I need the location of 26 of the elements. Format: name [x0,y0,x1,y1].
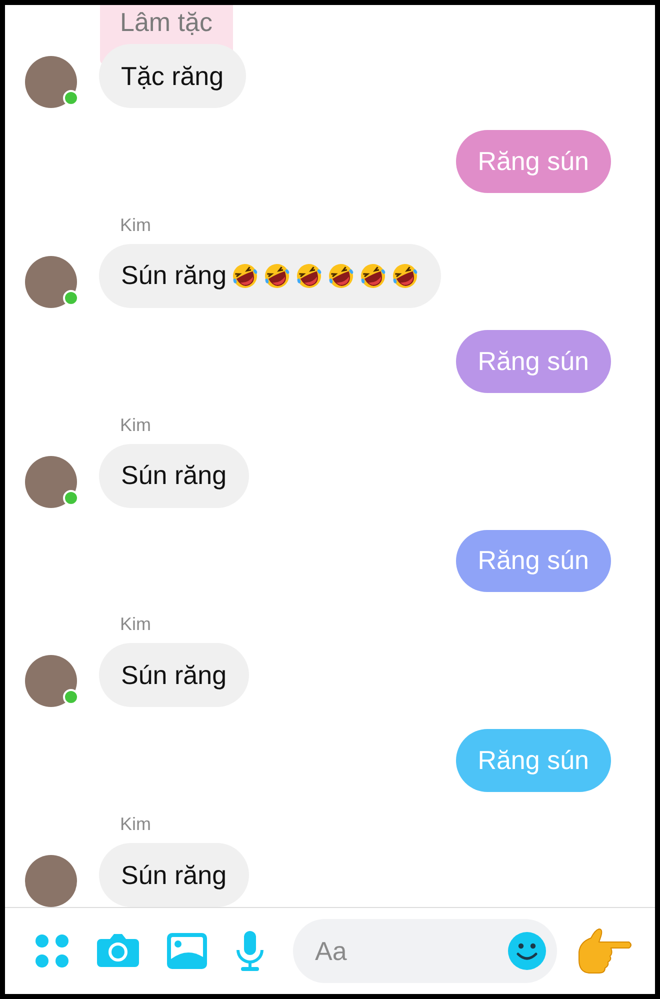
laughing-emoji-icon [326,262,355,290]
smiley-icon[interactable] [507,931,547,971]
laughing-emoji-icon [390,262,419,290]
received-message-bubble: Sún răng [99,643,249,708]
sent-message-bubble: Răng sún [456,729,611,792]
laughing-emoji-icon [262,262,291,290]
sent-message-bubble: Răng sún [456,530,611,592]
menu-dots-icon[interactable] [35,934,69,968]
received-message-bubble: Sún răng [99,244,441,308]
sender-name: Kim [120,814,151,835]
sender-name: Kim [120,414,151,436]
avatar[interactable] [25,855,77,907]
laughing-emoji-icon [358,262,387,290]
received-message-bubble: Sún răng [99,444,249,508]
message-input-field[interactable]: Aa [293,919,557,983]
received-message-bubble: Tặc răng [99,44,246,108]
sent-message-bubble: Răng sún [456,330,611,392]
sent-message-bubble: Răng sún [456,130,611,193]
received-message-bubble: Sún răng [99,843,249,907]
avatar[interactable] [25,456,77,508]
laughing-emoji-icon [230,262,259,290]
laughing-emoji-icon [294,262,323,290]
avatar[interactable] [25,56,77,108]
sender-name: Kim [120,214,151,236]
pointing-hand-icon[interactable] [577,928,633,974]
sender-name: Kim [120,614,151,636]
